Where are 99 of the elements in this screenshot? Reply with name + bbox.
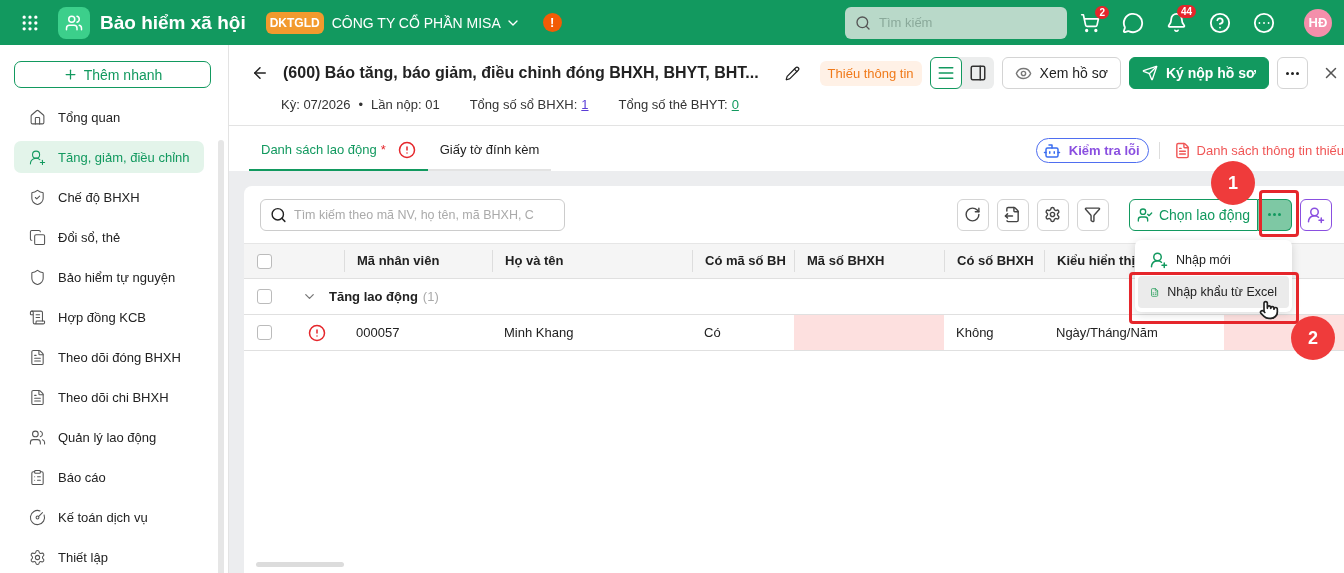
employee-search-field[interactable]: Tìm kiếm theo mã NV, họ tên, mã BHXH, C [260, 198, 565, 231]
table-cell-text: 000057 [355, 324, 401, 342]
more-options-button[interactable] [1258, 198, 1292, 231]
scroll-icon [29, 308, 46, 326]
sidebar-item[interactable]: Đổi sổ, thẻ [14, 221, 204, 253]
column-header: Mã nhân viên [344, 250, 492, 272]
document-icon [29, 388, 46, 406]
gauge-icon [29, 508, 46, 526]
export-button[interactable] [996, 198, 1029, 231]
help-icon [1209, 11, 1231, 34]
total-link[interactable]: 0 [731, 97, 739, 112]
highlight-frame [1259, 190, 1299, 237]
sidebar-scrollbar[interactable] [218, 140, 224, 573]
ellipsis-icon [1286, 71, 1299, 75]
quick-add-button[interactable]: Thêm nhanh [14, 61, 211, 88]
column-header: Mã số BHXH [794, 250, 944, 272]
sidebar-item[interactable]: Theo dõi chi BHXH [14, 381, 204, 413]
column-header: Có số BHXH [944, 250, 1044, 272]
document-icon [1173, 142, 1191, 159]
column-header: Họ và tên [492, 250, 692, 272]
split-panel-icon [968, 64, 987, 82]
alert-badge: ! [542, 13, 562, 32]
select-all-checkbox[interactable] [257, 253, 272, 269]
check-errors-button[interactable]: Kiểm tra lỗi [1035, 138, 1149, 163]
table-cell-text: Ngày/Tháng/Năm [1055, 324, 1159, 342]
chat-icon [1122, 11, 1144, 34]
shield-icon [29, 268, 46, 286]
step-number-badge: 1 [1211, 161, 1255, 205]
send-icon [1141, 65, 1158, 81]
ellipsis-icon [1268, 213, 1281, 216]
app-title: Bảo hiểm xã hội [100, 11, 246, 34]
view-profile-button[interactable]: Xem hồ sơ [1001, 57, 1121, 89]
group-count: (1) [422, 289, 439, 304]
filter-icon [1084, 206, 1102, 223]
refresh-icon [964, 206, 982, 223]
settings-icon [29, 548, 46, 566]
table-cell-text: Minh Khang [503, 324, 575, 342]
shield-check-icon [29, 188, 46, 206]
company-selector[interactable]: CÔNG TY CỔ PHẦN MISA [331, 14, 521, 31]
cart-count-badge: 2 [1095, 5, 1109, 19]
menu-item[interactable]: Nhập khẩu từ Excel [1138, 276, 1289, 308]
table-cell-text: Không [955, 324, 995, 342]
user-plus-icon [1307, 205, 1325, 224]
more-icon [1253, 11, 1275, 34]
search-icon [270, 206, 287, 223]
settings-icon [1044, 206, 1062, 223]
sidebar-item[interactable]: Thiết lập [14, 541, 204, 573]
period-text: Kỳ: 07/2026 [281, 97, 351, 112]
search-icon [855, 14, 871, 31]
sidebar-item[interactable]: Quản lý lao động [14, 421, 204, 453]
group-label: Tăng lao động [329, 289, 418, 304]
separator-dot: • [358, 97, 363, 112]
group-checkbox[interactable] [257, 289, 272, 304]
user-check-icon [1136, 206, 1153, 223]
sidebar-item[interactable]: Hợp đồng KCB [14, 301, 204, 333]
choose-employee-button[interactable]: Chọn lao động [1128, 198, 1258, 231]
notifications-button[interactable]: 44 [1166, 5, 1196, 33]
user-plus-icon [1150, 251, 1168, 269]
row-checkbox[interactable] [257, 325, 272, 340]
cart-icon [1080, 12, 1100, 33]
column-header: Có mã số BH [692, 250, 794, 272]
plus-icon [62, 67, 78, 82]
cart-button[interactable]: 2 [1080, 5, 1109, 33]
house-icon [29, 108, 46, 126]
app-logo-icon [58, 6, 90, 39]
required-mark: * [380, 142, 386, 157]
sidebar-item[interactable]: Chế độ BHXH [14, 181, 204, 213]
company-code-badge: DKTGLD [265, 11, 324, 34]
clipboard-icon [29, 468, 46, 486]
robot-icon [1042, 141, 1061, 160]
total-label: Tổng số thẻ BHYT: [618, 97, 728, 112]
refresh-button[interactable] [956, 198, 989, 231]
notification-count-badge: 44 [1176, 5, 1196, 18]
file-export-icon [1004, 206, 1022, 223]
total-label: Tổng số sổ BHXH: [469, 97, 578, 112]
copy-icon [29, 228, 46, 246]
more-button[interactable] [1277, 57, 1308, 89]
back-icon[interactable] [251, 64, 269, 82]
list-view-toggle[interactable] [929, 57, 962, 89]
status-badge: Thiếu thông tin [819, 60, 922, 86]
table-cell-text: Có [703, 324, 722, 342]
total-link[interactable]: 1 [581, 97, 589, 112]
sidebar-item[interactable]: Theo dõi đóng BHXH [14, 341, 204, 373]
sidebar-item[interactable]: Tổng quan [14, 101, 204, 133]
sidebar-item[interactable]: Báo cáo [14, 461, 204, 493]
filter-button[interactable] [1076, 198, 1109, 231]
sidebar-item[interactable]: Bảo hiểm tự nguyện [14, 261, 204, 293]
horizontal-scrollbar[interactable] [256, 562, 344, 567]
document-title: (600) Báo tăng, báo giảm, điều chỉnh đóng BHXH, BHYT, BHT... [283, 64, 759, 82]
settings-button[interactable] [1036, 198, 1069, 231]
sign-submit-button[interactable]: Ký nộp hồ sơ [1128, 57, 1269, 89]
document-icon [29, 348, 46, 366]
sidebar-item[interactable]: Kế toán dịch vụ [14, 501, 204, 533]
users-icon [29, 428, 46, 446]
list-icon [936, 64, 955, 82]
edit-icon[interactable] [784, 65, 800, 81]
add-employee-button[interactable] [1300, 198, 1332, 231]
missing-info-link[interactable]: Danh sách thông tin thiếu [1158, 142, 1344, 159]
submission-text: Lần nộp: 01 [370, 97, 440, 112]
